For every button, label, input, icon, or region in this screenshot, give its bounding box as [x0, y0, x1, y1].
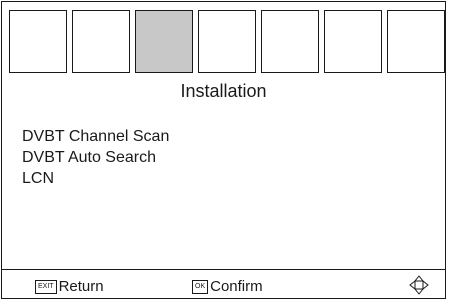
navigation-arrows-icon: [409, 275, 429, 295]
confirm-label: Confirm: [210, 278, 263, 295]
menu-tile-4[interactable]: [198, 10, 256, 73]
return-label: Return: [58, 278, 104, 295]
osd-screen: Installation DVBT Channel Scan DVBT Auto…: [1, 1, 446, 299]
menu-item-dvbt-channel-scan[interactable]: DVBT Channel Scan: [22, 126, 169, 147]
menu-category-tiles: [9, 10, 449, 73]
menu-tile-5[interactable]: [261, 10, 319, 73]
exit-key-icon: EXIT: [35, 279, 57, 294]
menu-tile-7[interactable]: [387, 10, 445, 73]
page-title: Installation: [180, 81, 267, 101]
menu-tile-1[interactable]: [9, 10, 67, 73]
footer-bar: EXIT Return OK Confirm: [2, 269, 445, 298]
menu-item-lcn[interactable]: LCN: [22, 168, 169, 189]
menu-item-dvbt-auto-search[interactable]: DVBT Auto Search: [22, 147, 169, 168]
installation-menu: DVBT Channel Scan DVBT Auto Search LCN: [22, 126, 169, 189]
return-hint[interactable]: EXIT Return: [35, 278, 104, 295]
menu-tile-2[interactable]: [72, 10, 130, 73]
ok-key-icon: OK: [192, 279, 209, 294]
menu-tile-installation[interactable]: [135, 10, 193, 73]
confirm-hint[interactable]: OK Confirm: [192, 278, 263, 295]
menu-tile-6[interactable]: [324, 10, 382, 73]
